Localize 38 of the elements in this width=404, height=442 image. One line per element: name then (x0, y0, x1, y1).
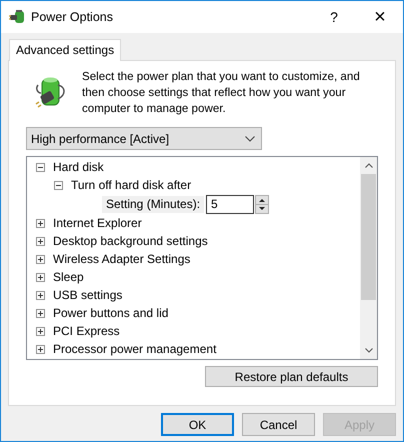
tree-item[interactable]: Processor power management (53, 342, 216, 356)
tree-item[interactable]: USB settings (53, 288, 122, 302)
close-button[interactable]: × (357, 1, 403, 33)
window-title: Power Options (31, 10, 114, 24)
tree-item[interactable]: Sleep (53, 270, 84, 284)
setting-label: Setting (Minutes): (102, 196, 204, 212)
tree-item[interactable]: Desktop background settings (53, 234, 208, 248)
spinner-arrows-icon[interactable] (255, 194, 270, 214)
tree-item[interactable]: Power buttons and lid (53, 306, 168, 320)
help-button[interactable]: ? (311, 1, 357, 33)
minutes-field[interactable]: 5 (206, 194, 254, 214)
scroll-down-icon[interactable] (364, 348, 372, 353)
expand-icon[interactable] (36, 344, 45, 354)
chevron-down-icon (245, 136, 255, 142)
tree-item[interactable]: Wireless Adapter Settings (53, 252, 190, 266)
tree-item[interactable]: Hard disk (53, 160, 104, 174)
scrollbar-thumb[interactable] (361, 174, 376, 300)
expand-icon[interactable] (36, 272, 45, 282)
dialog-button[interactable]: OK (161, 413, 234, 436)
expand-icon[interactable] (36, 308, 45, 318)
tab[interactable]: Advanced settings (9, 39, 122, 61)
plan-dropdown[interactable]: High performance [Active] (26, 127, 262, 150)
expand-icon[interactable] (36, 254, 45, 264)
restore-defaults-button[interactable]: Restore plan defaults (205, 366, 378, 387)
tree-item[interactable]: Internet Explorer (53, 216, 142, 230)
scroll-up-icon[interactable] (364, 163, 372, 168)
tree-item[interactable]: Turn off hard disk after (71, 178, 192, 192)
tree-item[interactable]: PCI Express (53, 324, 120, 338)
expand-icon[interactable] (36, 290, 45, 300)
expand-icon[interactable] (36, 236, 45, 246)
power-plug-icon (9, 9, 25, 25)
dialog-button[interactable]: Cancel (242, 413, 315, 436)
expand-icon[interactable] (36, 218, 45, 228)
expand-icon[interactable] (36, 326, 45, 336)
scrollbar[interactable] (360, 157, 377, 359)
description-text: Select the power plan that you want to customize, and then choose settings that reflect how you want your computer to manage power. (82, 69, 361, 117)
collapse-icon[interactable] (36, 162, 45, 172)
collapse-icon[interactable] (54, 180, 63, 190)
